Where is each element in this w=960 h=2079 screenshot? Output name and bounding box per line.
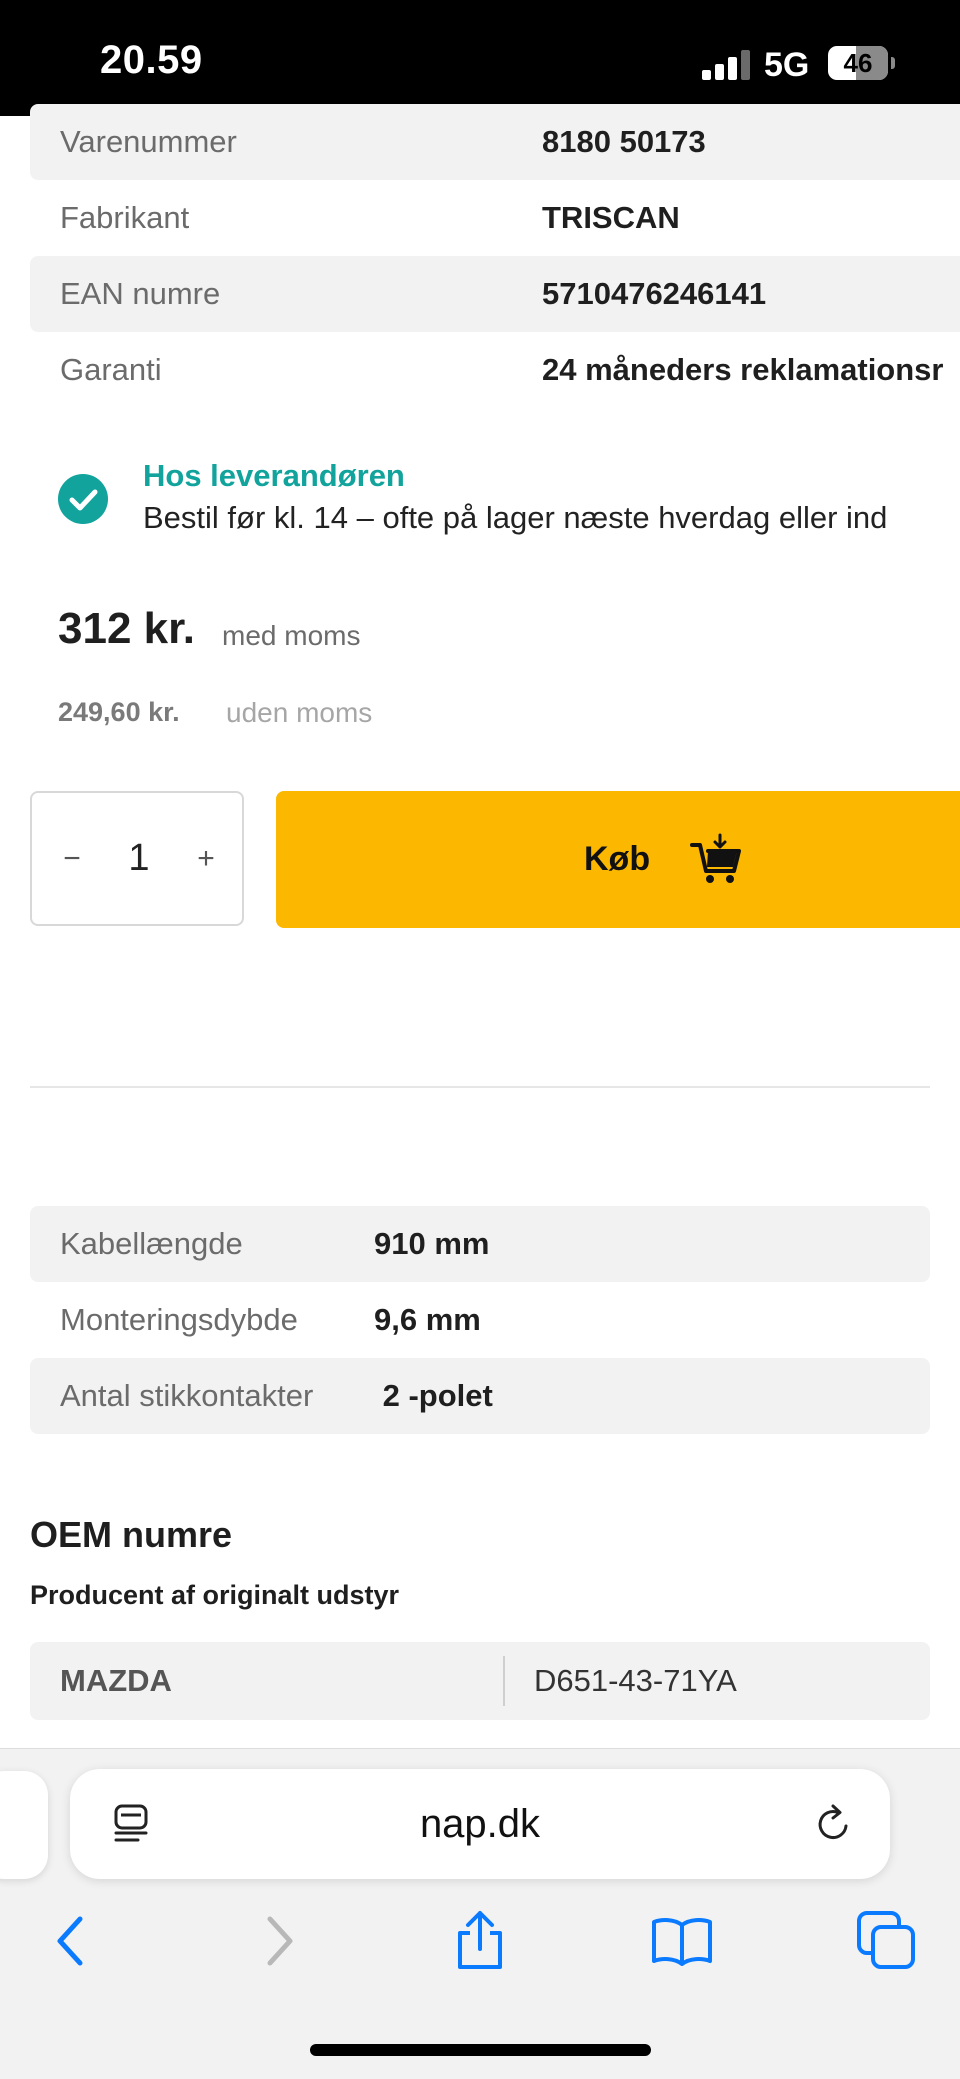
- price-excl-vat: 249,60 kr.: [58, 697, 180, 727]
- browser-toolbar: nap.dk: [0, 1748, 960, 2079]
- spec-row: Varenummer 8180 50173: [30, 104, 960, 180]
- forward-icon[interactable]: [246, 1909, 310, 1973]
- spec-value: 24 måneders reklamationsr: [542, 352, 944, 387]
- check-circle-icon: [58, 474, 108, 524]
- oem-row: MAZDA D651-43-71YA: [30, 1642, 930, 1720]
- buy-button[interactable]: Køb: [276, 791, 960, 928]
- network-type: 5G: [764, 46, 810, 84]
- attribute-value: 2 -polet: [374, 1378, 493, 1413]
- back-icon[interactable]: [40, 1909, 104, 1973]
- spec-label: EAN numre: [60, 276, 221, 311]
- battery-level: 46: [843, 48, 873, 78]
- spec-row: EAN numre 5710476246141: [30, 256, 960, 332]
- address-bar[interactable]: nap.dk: [70, 1769, 890, 1879]
- quantity-value[interactable]: 1: [110, 793, 168, 924]
- oem-number: D651-43-71YA: [534, 1663, 737, 1698]
- status-bar: 20.59 5G 46: [0, 0, 960, 116]
- spec-value: 8180 50173: [542, 124, 706, 159]
- price-incl-label: med moms: [222, 620, 361, 651]
- spec-value: TRISCAN: [542, 200, 680, 235]
- attribute-row: Antal stikkontakter 2 -polet: [30, 1358, 930, 1434]
- oem-subtitle: Producent af originalt udstyr: [30, 1580, 400, 1610]
- buy-button-label: Køb: [584, 840, 651, 878]
- attribute-label: Kabellængde: [60, 1226, 243, 1261]
- spec-label: Varenummer: [60, 124, 237, 159]
- oem-separator: [503, 1656, 505, 1706]
- attribute-label: Monteringsdybde: [60, 1302, 298, 1337]
- previous-tab-preview[interactable]: [0, 1771, 48, 1879]
- price-excl-label: uden moms: [226, 697, 373, 728]
- cart-icon: [690, 833, 741, 883]
- attribute-row: Kabellængde 910 mm: [30, 1206, 930, 1282]
- tabs-icon[interactable]: [855, 1909, 919, 1973]
- availability-text: Bestil før kl. 14 – ofte på lager næste …: [143, 500, 888, 535]
- price-incl-vat: 312 kr.: [58, 604, 196, 653]
- home-indicator: [310, 2044, 651, 2056]
- attribute-label: Antal stikkontakter: [60, 1378, 314, 1413]
- attribute-value: 910 mm: [374, 1226, 490, 1261]
- spec-label: Fabrikant: [60, 200, 190, 235]
- increase-quantity-button[interactable]: +: [186, 793, 226, 924]
- decrease-quantity-button[interactable]: −: [52, 793, 92, 924]
- attribute-row: Monteringsdybde 9,6 mm: [30, 1282, 930, 1358]
- spec-row: Fabrikant TRISCAN: [30, 180, 960, 256]
- reload-icon[interactable]: [812, 1802, 856, 1846]
- share-icon[interactable]: [448, 1909, 512, 1973]
- spec-value: 5710476246141: [542, 276, 767, 311]
- availability-title: Hos leverandøren: [143, 458, 405, 493]
- section-divider: [30, 1086, 930, 1088]
- spec-row: Garanti 24 måneders reklamationsr: [30, 332, 960, 408]
- signal-icon: [702, 50, 750, 80]
- oem-brand: MAZDA: [60, 1663, 172, 1698]
- quantity-stepper: − 1 +: [30, 791, 244, 926]
- status-time: 20.59: [100, 38, 203, 82]
- url-text[interactable]: nap.dk: [70, 1769, 890, 1879]
- bookmarks-icon[interactable]: [650, 1909, 714, 1973]
- attribute-value: 9,6 mm: [374, 1302, 481, 1337]
- battery-icon: 46: [828, 46, 888, 80]
- oem-title: OEM numre: [30, 1514, 233, 1555]
- spec-label: Garanti: [60, 352, 162, 387]
